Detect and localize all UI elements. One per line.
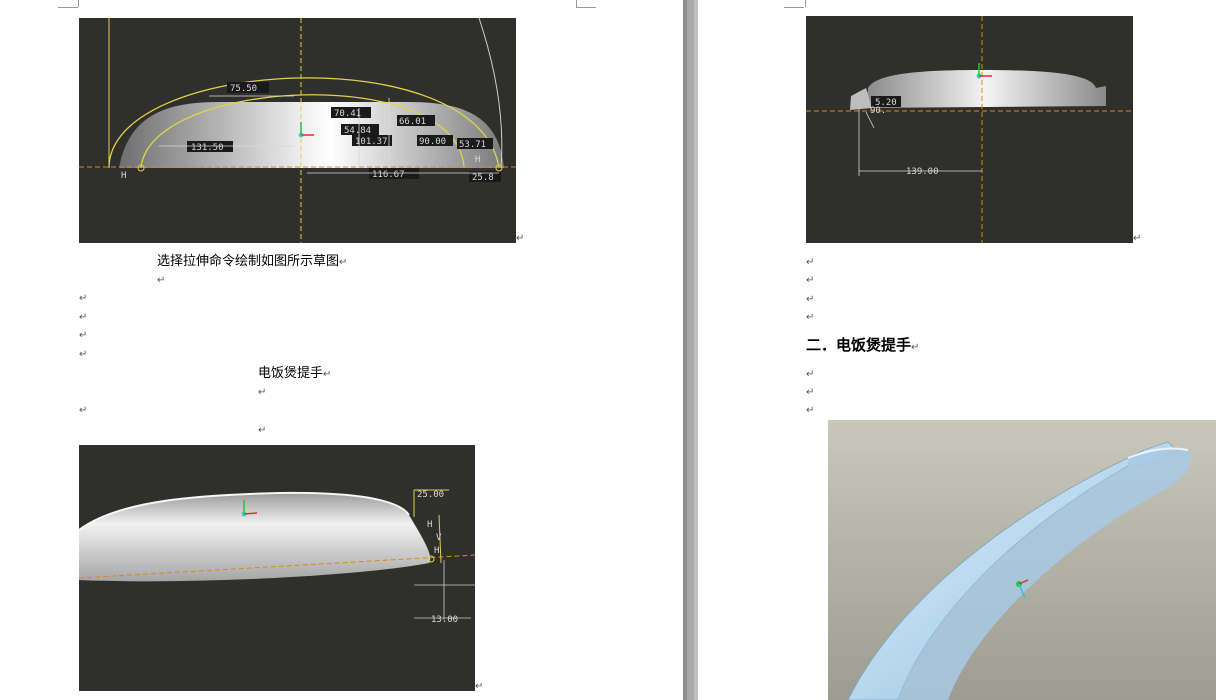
paragraph-mark: ↵ bbox=[911, 342, 920, 353]
crop-mark bbox=[58, 0, 78, 8]
crop-mark bbox=[784, 0, 804, 8]
sketch-figure-svg: 75.50 70.41 66.01 54.84 131.50 101.37 90… bbox=[79, 18, 516, 243]
dim-label: 54.84 bbox=[344, 126, 371, 136]
crop-mark bbox=[576, 0, 578, 7]
paragraph-mark: ↵ bbox=[806, 294, 815, 305]
profile-figure-svg: 25.00 13.00 H V H bbox=[79, 445, 475, 691]
profile-figure[interactable]: 25.00 13.00 H V H bbox=[79, 445, 475, 691]
subtitle-handle: 电饭煲提手↵ bbox=[258, 366, 331, 382]
subtitle-handle-text: 电饭煲提手 bbox=[258, 366, 324, 381]
dim-label: 75.50 bbox=[230, 84, 257, 94]
handle-model-figure[interactable] bbox=[828, 420, 1216, 700]
paragraph-mark: ↵ bbox=[79, 349, 88, 360]
section-heading-text: 二．电饭煲提手 bbox=[806, 336, 912, 354]
document-page-left: 75.50 70.41 66.01 54.84 131.50 101.37 90… bbox=[0, 0, 683, 700]
constraint-label: H bbox=[121, 171, 126, 181]
paragraph-mark: ↵ bbox=[806, 312, 815, 323]
constraint-label: H bbox=[434, 546, 439, 556]
paragraph-mark: ↵ bbox=[323, 369, 332, 380]
dim-label: 66.01 bbox=[399, 117, 426, 127]
paragraph-mark: ↵ bbox=[79, 405, 88, 416]
crop-mark bbox=[576, 0, 596, 8]
dim-label: 116.67 bbox=[372, 170, 405, 180]
paragraph-mark: ↵ bbox=[806, 405, 815, 416]
document-page-right: 5.20 90. 139.00 ↵ ↵ ↵ ↵ ↵ 二．电饭煲提手↵ ↵ ↵ ↵ bbox=[698, 0, 1216, 700]
right-sketch-figure[interactable]: 5.20 90. 139.00 bbox=[806, 16, 1133, 243]
paragraph-mark: ↵ bbox=[157, 275, 166, 286]
dim-label: 70.41 bbox=[334, 109, 361, 119]
dim-label: 25.00 bbox=[417, 490, 444, 500]
dim-label: 53.71 bbox=[459, 140, 486, 150]
page-separator bbox=[683, 0, 698, 700]
right-sketch-figure-svg: 5.20 90. 139.00 bbox=[806, 16, 1133, 243]
paragraph-mark: ↵ bbox=[79, 293, 88, 304]
paragraph-mark: ↵ bbox=[806, 387, 815, 398]
dim-label: 90.00 bbox=[419, 137, 446, 147]
paragraph-mark: ↵ bbox=[258, 425, 267, 436]
paragraph-mark: ↵ bbox=[806, 257, 815, 268]
dim-label: 101.37 bbox=[355, 137, 388, 147]
constraint-label: H bbox=[427, 520, 432, 530]
paragraph-mark: ↵ bbox=[806, 369, 815, 380]
crop-mark bbox=[77, 0, 79, 7]
caption-sketch: 选择拉伸命令绘制如图所示草图↵ bbox=[157, 254, 347, 270]
handle-model-figure-svg bbox=[828, 420, 1216, 700]
paragraph-mark: ↵ bbox=[475, 681, 484, 692]
dim-label: 13.00 bbox=[431, 615, 458, 625]
paragraph-mark: ↵ bbox=[1133, 233, 1142, 244]
paragraph-mark: ↵ bbox=[79, 312, 88, 323]
dim-label: 25.8 bbox=[472, 173, 494, 183]
paragraph-mark: ↵ bbox=[258, 387, 267, 398]
dim-label: 90. bbox=[870, 106, 886, 116]
dim-label: 139.00 bbox=[906, 167, 939, 177]
caption-sketch-text: 选择拉伸命令绘制如图所示草图 bbox=[157, 254, 340, 269]
sketch-figure[interactable]: 75.50 70.41 66.01 54.84 131.50 101.37 90… bbox=[79, 18, 516, 243]
constraint-label: H bbox=[475, 155, 480, 165]
crop-mark bbox=[804, 0, 806, 7]
constraint-label: V bbox=[436, 533, 442, 543]
dim-label: 131.50 bbox=[191, 143, 224, 153]
paragraph-mark: ↵ bbox=[516, 233, 525, 244]
section-heading: 二．电饭煲提手↵ bbox=[806, 336, 919, 354]
paragraph-mark: ↵ bbox=[79, 330, 88, 341]
paragraph-mark: ↵ bbox=[806, 275, 815, 286]
paragraph-mark: ↵ bbox=[339, 257, 348, 268]
